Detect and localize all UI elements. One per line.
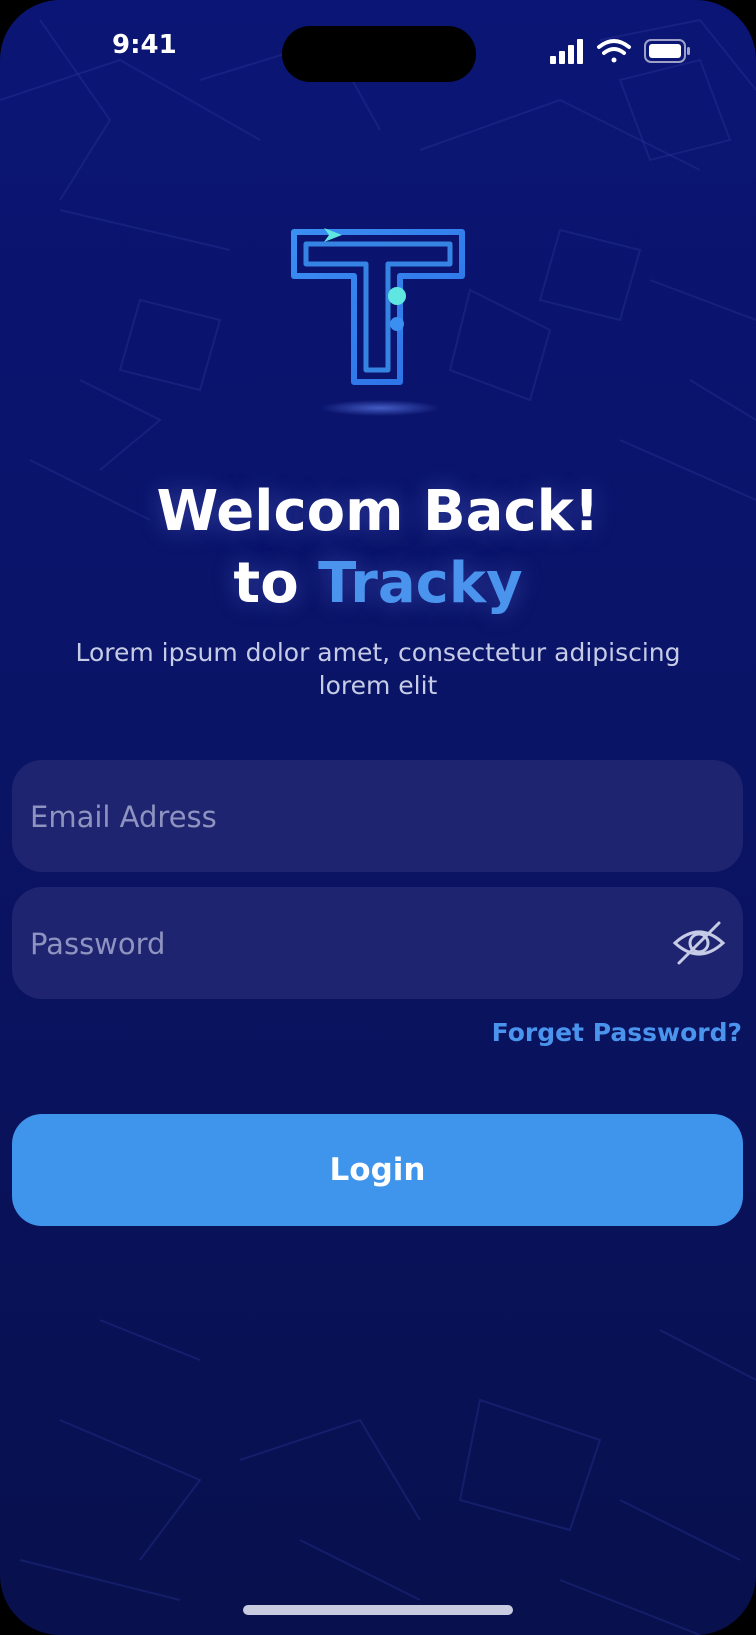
status-time: 9:41: [112, 30, 177, 60]
headline-prefix: to: [233, 551, 319, 616]
status-icons: [550, 39, 690, 64]
wifi-icon: [597, 39, 631, 63]
intro-text: Lorem ipsum dolor amet, consectetur adip…: [75, 638, 681, 700]
dynamic-island: [282, 26, 476, 82]
password-input[interactable]: [28, 887, 672, 1001]
battery-icon: [644, 39, 690, 63]
forgot-password-link[interactable]: Forget Password?: [492, 1018, 742, 1047]
email-field[interactable]: [12, 760, 743, 874]
login-button[interactable]: Login: [12, 1114, 743, 1226]
email-input[interactable]: [28, 760, 672, 874]
welcome-headline: Welcom Back! to Tracky: [0, 476, 756, 620]
login-screen: 9:41 Welcom Back! to Tracky Lorem ipsum …: [0, 0, 756, 1635]
welcome-title: Welcom Back!: [156, 479, 600, 544]
tracky-t-logo-icon: [291, 228, 465, 416]
password-field[interactable]: [12, 887, 743, 1001]
eye-slash-icon[interactable]: [671, 915, 727, 971]
brand-name: Tracky: [318, 551, 523, 616]
home-indicator: [243, 1605, 513, 1615]
welcome-subtitle-line: to Tracky: [0, 548, 756, 620]
cellular-signal-icon: [550, 39, 583, 64]
